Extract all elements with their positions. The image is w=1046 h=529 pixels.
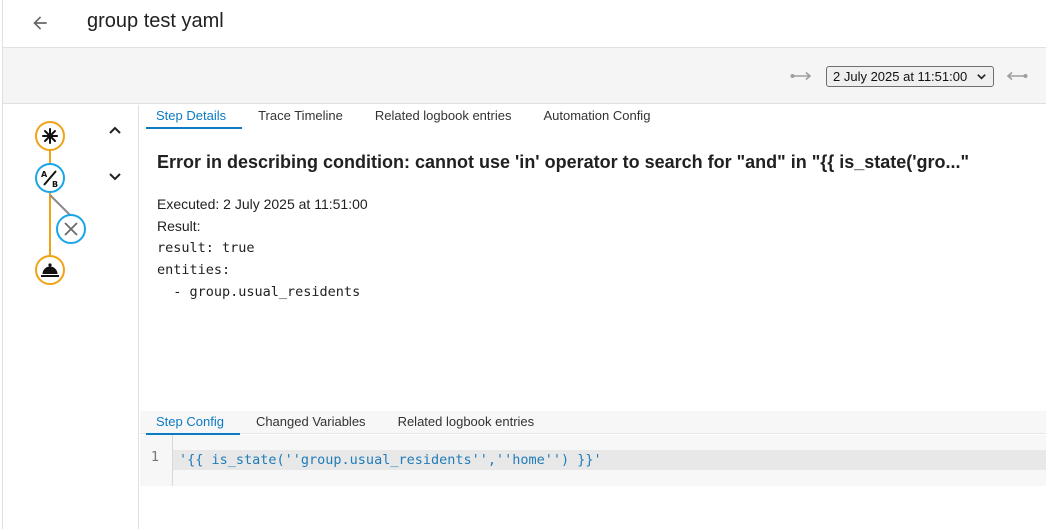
result-label: Result: [157,218,201,234]
previous-trace-button[interactable] [789,66,813,86]
arrow-collapse-right-icon [1006,71,1028,81]
next-step-button[interactable] [103,165,127,189]
ab-testing-icon: A B [41,170,58,189]
svg-text:B: B [52,180,58,189]
trace-page: group test yaml 2 July 2025 at 11:51:00 [2,0,1046,529]
result-yaml-line: - group.usual_residents [157,284,361,300]
chevron-down-icon [109,173,121,181]
code-line-active[interactable]: '{{ is_state(''group.usual_residents'','… [173,450,1046,470]
next-trace-button[interactable] [1005,66,1029,86]
tab-changed-variables[interactable]: Changed Variables [240,411,382,433]
trace-graph: A B [3,105,139,529]
arrow-collapse-left-icon [790,71,812,81]
tab-step-related-logbook[interactable]: Related logbook entries [382,411,551,433]
executed-timestamp: Executed: 2 July 2025 at 11:51:00 [157,196,368,212]
step-details: Error in describing condition: cannot us… [157,149,1037,303]
chevron-down-icon [977,74,986,80]
trigger-node[interactable] [35,121,65,151]
tab-step-config[interactable]: Step Config [140,411,240,435]
app-header: group test yaml [3,0,1046,48]
close-icon [64,222,78,236]
previous-step-button[interactable] [103,118,127,142]
arrow-left-icon [33,16,47,30]
error-message: Error in describing condition: cannot us… [157,152,970,172]
back-button[interactable] [23,6,57,40]
room-service-icon [41,263,59,277]
code-editor[interactable]: 1 '{{ is_state(''group.usual_residents''… [140,435,1046,486]
svg-text:A: A [41,170,48,179]
tab-trace-timeline[interactable]: Trace Timeline [242,105,359,127]
trace-run-select[interactable]: 2 July 2025 at 11:51:00 [826,66,994,87]
code-text: '{{ is_state(''group.usual_residents'','… [179,452,602,468]
tab-related-logbook[interactable]: Related logbook entries [359,105,528,127]
action-node[interactable] [35,255,65,285]
trace-run-select-value: 2 July 2025 at 11:51:00 [833,69,968,84]
tab-step-details[interactable]: Step Details [140,105,243,129]
tab-automation-config[interactable]: Automation Config [527,105,666,127]
trace-tabs: Step Details Trace Timeline Related logb… [140,105,666,129]
trace-toolbar: 2 July 2025 at 11:51:00 [3,48,1046,104]
line-number: 1 [150,449,159,465]
condition-node[interactable]: A B [35,163,65,193]
result-yaml-line: result: true [157,240,255,256]
asterisk-icon [42,128,58,144]
condition-failed-node[interactable] [56,214,86,244]
page-title: group test yaml [87,10,224,32]
step-config-tabs: Step Config Changed Variables Related lo… [140,411,1046,435]
editor-gutter: 1 [140,435,173,486]
result-yaml-line: entities: [157,262,231,278]
chevron-up-icon [109,126,121,134]
trace-details-panel: Step Details Trace Timeline Related logb… [140,105,1046,529]
